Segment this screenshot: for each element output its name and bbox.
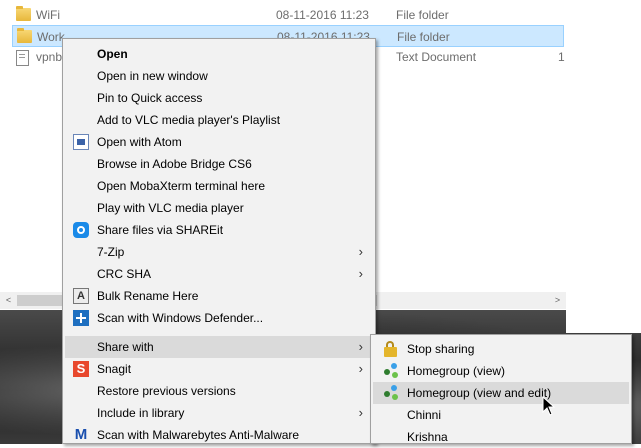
scroll-right-icon[interactable]: > [549, 292, 566, 309]
menu-item-label: Include in library [97, 406, 185, 420]
submenu-item-chinni[interactable]: Chinni [373, 404, 629, 426]
menu-item-label: Open [97, 47, 128, 61]
submenu-item-label: Homegroup (view and edit) [407, 386, 552, 400]
lock-icon [383, 341, 399, 357]
menu-item-adobe-bridge[interactable]: Browse in Adobe Bridge CS6 [65, 153, 373, 175]
submenu-item-label: Chinni [407, 408, 442, 422]
explorer-window-edge [566, 0, 641, 333]
file-name: Work [37, 30, 65, 44]
menu-item-label: Share with [97, 340, 154, 354]
menu-item-open-with-atom[interactable]: Open with Atom [65, 131, 373, 153]
menu-item-add-vlc-playlist[interactable]: Add to VLC media player's Playlist [65, 109, 373, 131]
menu-item-label: Play with VLC media player [97, 201, 244, 215]
defender-icon [73, 310, 89, 326]
menu-item-label: Share files via SHAREit [97, 223, 224, 237]
bulk-rename-icon: A [73, 288, 89, 304]
menu-item-restore-versions[interactable]: Restore previous versions [65, 380, 373, 402]
submenu-item-krishna[interactable]: Krishna [373, 426, 629, 448]
snagit-icon: S [73, 361, 89, 377]
menu-item-malwarebytes[interactable]: M Scan with Malwarebytes Anti-Malware [65, 424, 373, 446]
submenu-item-homegroup-view[interactable]: Homegroup (view) [373, 360, 629, 382]
menu-item-label: Scan with Malwarebytes Anti-Malware [97, 428, 300, 442]
chevron-right-icon: › [358, 405, 363, 420]
menu-item-label: Browse in Adobe Bridge CS6 [97, 157, 252, 171]
submenu-item-homegroup-view-edit[interactable]: Homegroup (view and edit) [373, 382, 629, 404]
menu-item-open-new-window[interactable]: Open in new window [65, 65, 373, 87]
homegroup-icon [383, 385, 399, 401]
menu-item-label: Pin to Quick access [97, 91, 203, 105]
context-menu: Open Open in new window Pin to Quick acc… [62, 38, 376, 444]
document-icon [16, 50, 29, 66]
file-type: File folder [396, 8, 449, 22]
menu-item-shareit[interactable]: Share files via SHAREit [65, 219, 373, 241]
atom-icon [73, 134, 89, 150]
submenu-item-label: Krishna [407, 430, 448, 444]
submenu-item-label: Stop sharing [407, 342, 475, 356]
submenu-item-stop-sharing[interactable]: Stop sharing [373, 338, 629, 360]
menu-item-snagit[interactable]: S Snagit › [65, 358, 373, 380]
share-with-submenu: Stop sharing Homegroup (view) Homegroup … [370, 334, 632, 444]
chevron-right-icon: › [358, 266, 363, 281]
file-row-wifi[interactable]: WiFi 08-11-2016 11:23 File folder [12, 4, 564, 26]
menu-item-label: Add to VLC media player's Playlist [97, 113, 281, 127]
menu-item-windows-defender[interactable]: Scan with Windows Defender... [65, 307, 373, 329]
submenu-item-label: Homegroup (view) [407, 364, 506, 378]
file-type: File folder [397, 30, 450, 44]
mouse-cursor-icon [542, 396, 556, 416]
menu-item-label: Open MobaXterm terminal here [97, 179, 266, 193]
malwarebytes-icon: M [74, 426, 88, 443]
menu-item-label: 7-Zip [97, 245, 125, 259]
menu-item-7zip[interactable]: 7-Zip › [65, 241, 373, 263]
menu-item-share-with[interactable]: Share with › [65, 336, 373, 358]
file-size: 1 [558, 50, 565, 64]
menu-item-label: Snagit [97, 362, 132, 376]
folder-icon [17, 28, 32, 43]
file-type: Text Document [396, 50, 477, 64]
chevron-right-icon: › [358, 244, 363, 259]
shareit-icon [73, 222, 89, 238]
menu-item-label: Bulk Rename Here [97, 289, 199, 303]
folder-icon [16, 6, 31, 21]
menu-item-include-library[interactable]: Include in library › [65, 402, 373, 424]
file-name: WiFi [36, 8, 60, 22]
homegroup-icon [383, 363, 399, 379]
menu-item-mobaxterm[interactable]: Open MobaXterm terminal here [65, 175, 373, 197]
menu-item-crc-sha[interactable]: CRC SHA › [65, 263, 373, 285]
menu-item-label: Restore previous versions [97, 384, 236, 398]
chevron-right-icon: › [358, 339, 363, 354]
chevron-right-icon: › [358, 361, 363, 376]
menu-item-bulk-rename[interactable]: A Bulk Rename Here [65, 285, 373, 307]
file-date: 08-11-2016 11:23 [276, 8, 369, 22]
menu-item-play-vlc[interactable]: Play with VLC media player [65, 197, 373, 219]
menu-item-label: Open with Atom [97, 135, 182, 149]
menu-item-label: Scan with Windows Defender... [97, 311, 264, 325]
menu-item-open[interactable]: Open [65, 43, 373, 65]
scroll-left-icon[interactable]: < [0, 292, 17, 309]
menu-item-label: Open in new window [97, 69, 208, 83]
menu-item-label: CRC SHA [97, 267, 152, 281]
file-name: vpnb [36, 50, 63, 64]
menu-item-pin-quick-access[interactable]: Pin to Quick access [65, 87, 373, 109]
